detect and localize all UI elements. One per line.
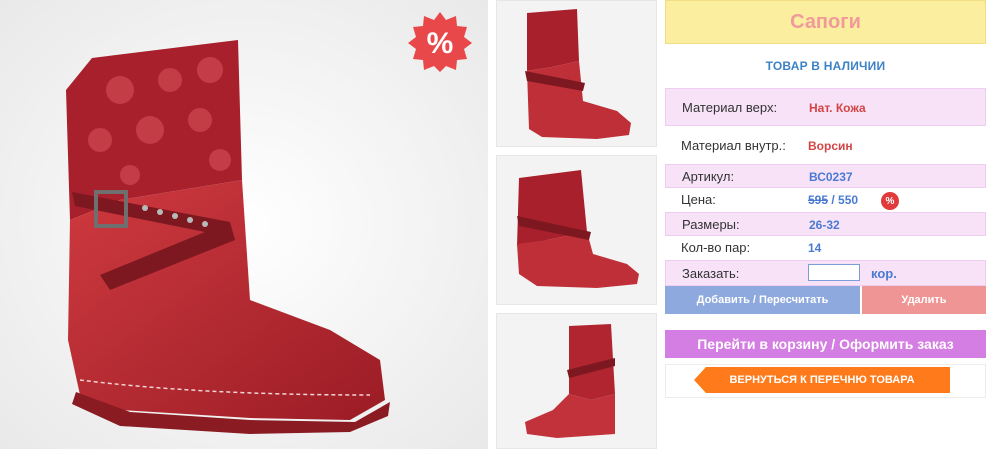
back-to-list-button[interactable]: ВЕРНУТЬСЯ К ПЕРЕЧНЮ ТОВАРА xyxy=(694,367,950,393)
sale-percent-icon: % xyxy=(408,12,472,72)
spec-label: Заказать: xyxy=(682,266,740,281)
product-title: Сапоги xyxy=(665,0,986,44)
main-product-photo[interactable]: % xyxy=(0,0,488,449)
order-unit: кор. xyxy=(871,266,897,281)
spec-row-article: Артикул: ВС0237 xyxy=(665,164,986,188)
spec-label: Материал верх: xyxy=(682,100,778,115)
spec-row-sizes: Размеры: 26-32 xyxy=(665,212,986,236)
order-quantity-input[interactable] xyxy=(808,264,860,281)
back-button-container: ВЕРНУТЬСЯ К ПЕРЕЧНЮ ТОВАРА xyxy=(665,364,986,398)
spec-label: Кол-во пар: xyxy=(681,240,751,255)
spec-row-pairs: Кол-во пар: 14 xyxy=(665,236,986,260)
spec-row-material-top: Материал верх: Нат. Кожа xyxy=(665,88,986,126)
thumbnail-2[interactable] xyxy=(496,155,657,305)
delete-button[interactable]: Удалить xyxy=(862,286,986,314)
cart-button-row: Добавить / Пересчитать Удалить xyxy=(665,286,986,314)
spec-value: 26-32 xyxy=(809,218,840,232)
spec-label: Материал внутр.: xyxy=(681,138,786,153)
discount-icon: % xyxy=(881,192,899,210)
sale-badge-text: % xyxy=(427,27,454,60)
thumbnail-3[interactable] xyxy=(496,313,657,449)
spec-value: ВС0237 xyxy=(809,170,853,184)
spec-value: 14 xyxy=(808,241,822,255)
old-price: 595 xyxy=(808,193,829,207)
spec-value: Ворсин xyxy=(808,139,853,153)
product-info-panel: Сапоги ТОВАР В НАЛИЧИИ Материал верх: На… xyxy=(665,0,986,398)
price-value: 595 / 550 xyxy=(808,193,858,207)
add-recalculate-button[interactable]: Добавить / Пересчитать xyxy=(665,286,860,314)
go-to-cart-button[interactable]: Перейти в корзину / Оформить заказ xyxy=(665,330,986,358)
spec-row-price: Цена: 595 / 550 % xyxy=(665,188,986,212)
thumbnail-1[interactable] xyxy=(496,0,657,147)
spec-label: Размеры: xyxy=(682,217,740,232)
boot-thumbnail-image xyxy=(497,314,656,448)
spec-row-order: Заказать: кор. xyxy=(665,260,986,286)
spec-value: Нат. Кожа xyxy=(809,101,866,115)
spec-label: Артикул: xyxy=(682,169,735,184)
spec-row-material-inner: Материал внутр.: Ворсин xyxy=(665,126,986,164)
boot-thumbnail-image xyxy=(497,1,656,146)
new-price: 550 xyxy=(838,193,859,207)
boot-thumbnail-image xyxy=(497,156,656,304)
price-separator: / xyxy=(828,193,839,207)
stock-status: ТОВАР В НАЛИЧИИ xyxy=(765,59,886,73)
sale-badge: % xyxy=(405,10,475,72)
spec-label: Цена: xyxy=(681,192,716,207)
